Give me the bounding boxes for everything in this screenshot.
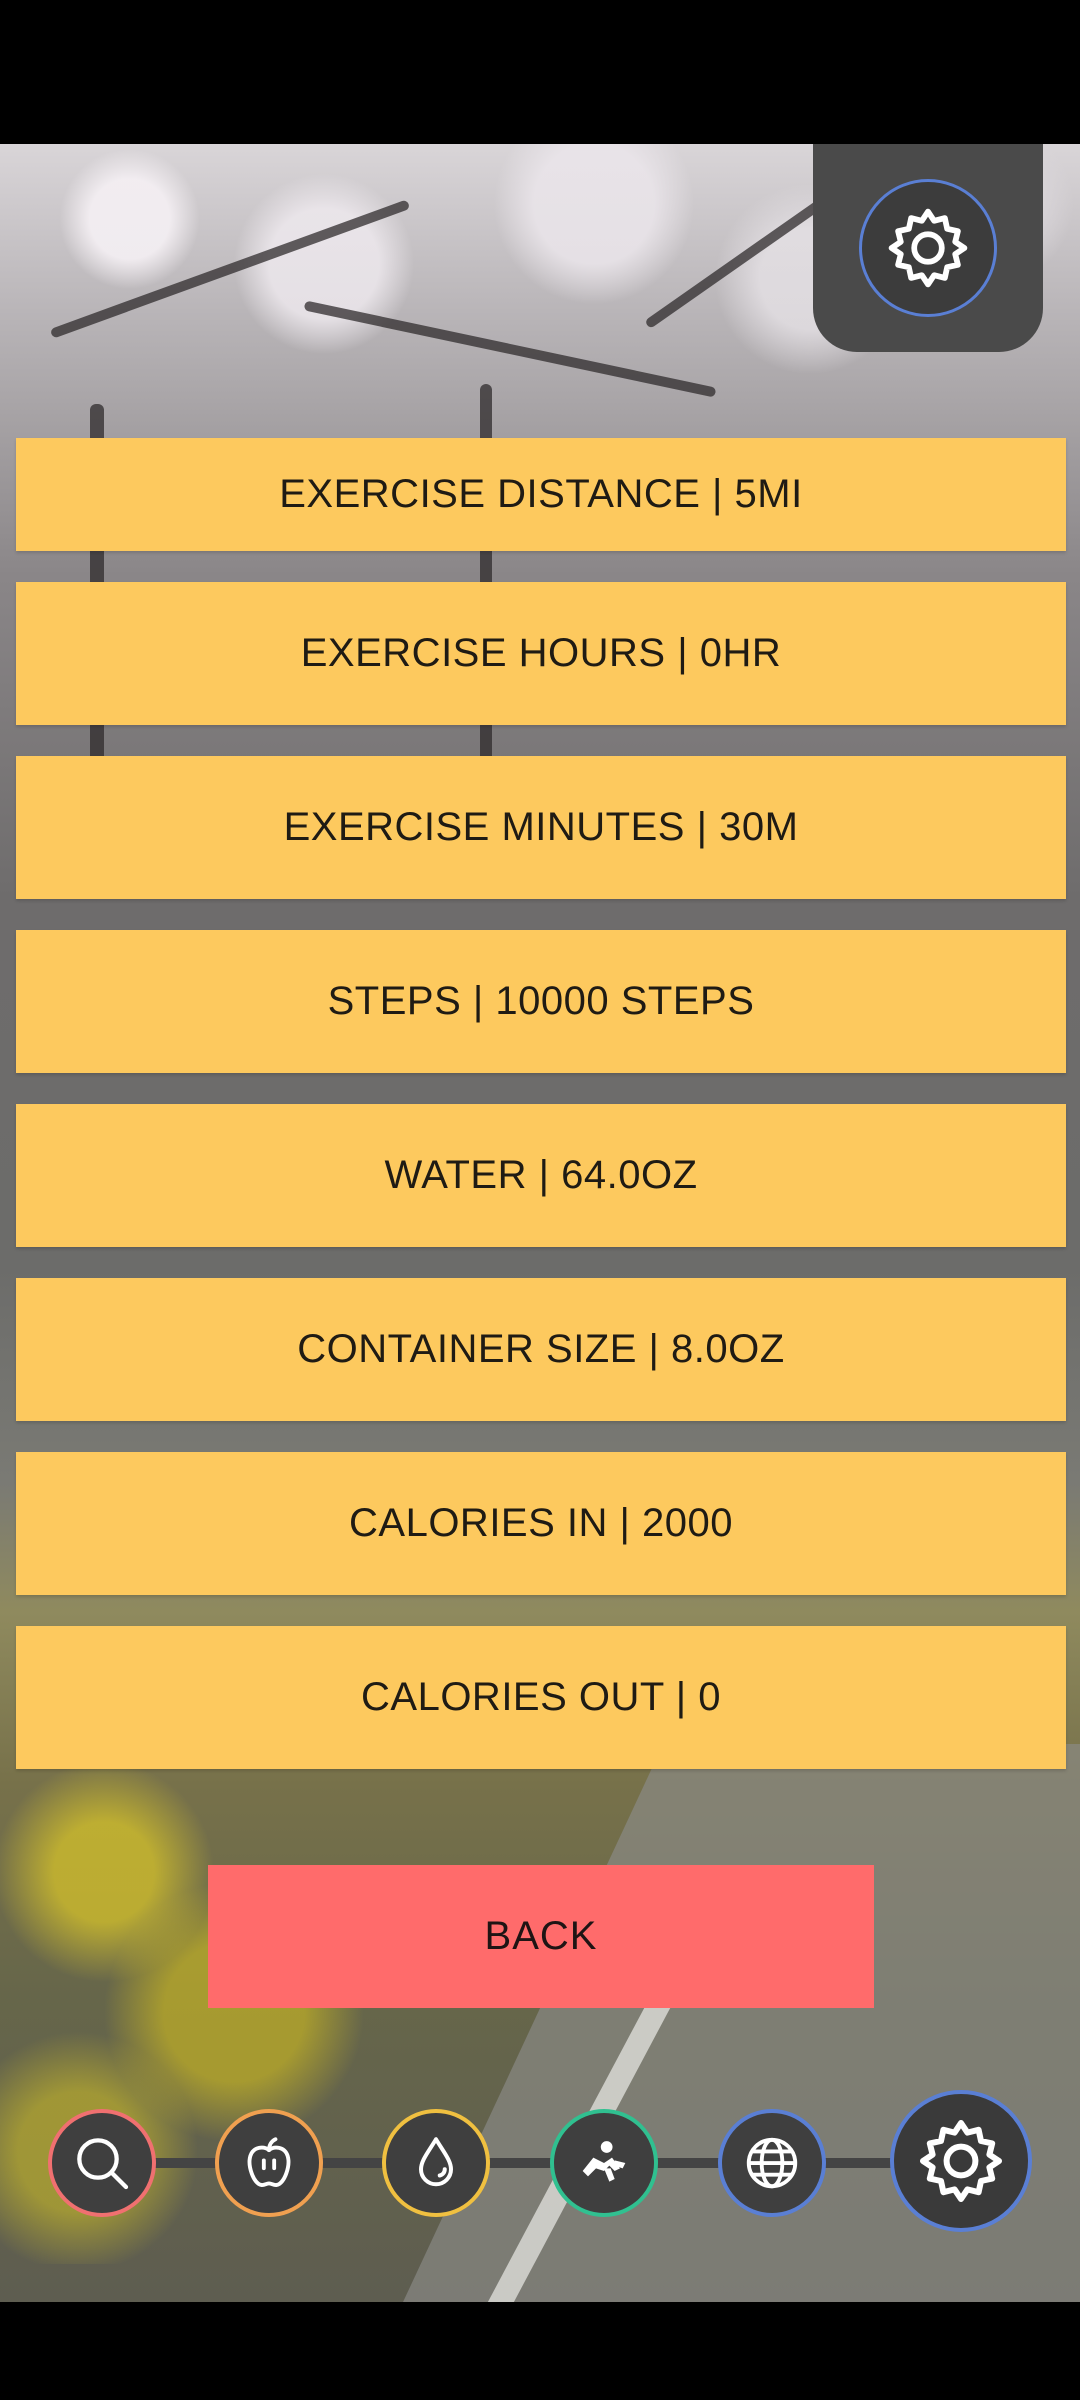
goal-calories-out-button[interactable]: CALORIES OUT | 0 — [16, 1626, 1066, 1769]
screen: EXERCISE DISTANCE | 5MI EXERCISE HOURS |… — [0, 0, 1080, 2400]
gear-icon — [888, 208, 968, 288]
back-button[interactable]: BACK — [208, 1865, 874, 2008]
goal-exercise-hours-button[interactable]: EXERCISE HOURS | 0HR — [16, 582, 1066, 725]
goal-container-size-button[interactable]: CONTAINER SIZE | 8.0OZ — [16, 1278, 1066, 1421]
goal-calories-in-button[interactable]: CALORIES IN | 2000 — [16, 1452, 1066, 1595]
apple-icon — [247, 2137, 291, 2187]
goal-exercise-minutes-button[interactable]: EXERCISE MINUTES | 30M — [16, 756, 1066, 899]
nav-food-button[interactable] — [215, 2109, 323, 2217]
water-drop-icon — [419, 2137, 453, 2187]
exercise-icon — [582, 2141, 626, 2182]
settings-button[interactable] — [859, 179, 997, 317]
system-navigation-bar — [0, 2302, 1080, 2400]
globe-icon — [746, 2137, 798, 2189]
gear-icon — [920, 2120, 1002, 2202]
nav-globe-button[interactable] — [718, 2109, 826, 2217]
goal-exercise-distance-button[interactable]: EXERCISE DISTANCE | 5MI — [16, 438, 1066, 551]
nav-settings-button[interactable] — [890, 2090, 1032, 2232]
bottom-nav — [0, 2085, 1080, 2235]
goal-water-button[interactable]: WATER | 64.0OZ — [16, 1104, 1066, 1247]
search-icon — [77, 2138, 129, 2190]
nav-water-button[interactable] — [382, 2109, 490, 2217]
goal-steps-button[interactable]: STEPS | 10000 STEPS — [16, 930, 1066, 1073]
goal-list: EXERCISE DISTANCE | 5MI EXERCISE HOURS |… — [16, 438, 1066, 1800]
status-bar — [0, 0, 1080, 144]
settings-tab[interactable] — [813, 144, 1043, 352]
nav-search-button[interactable] — [48, 2109, 156, 2217]
nav-exercise-button[interactable] — [550, 2109, 658, 2217]
